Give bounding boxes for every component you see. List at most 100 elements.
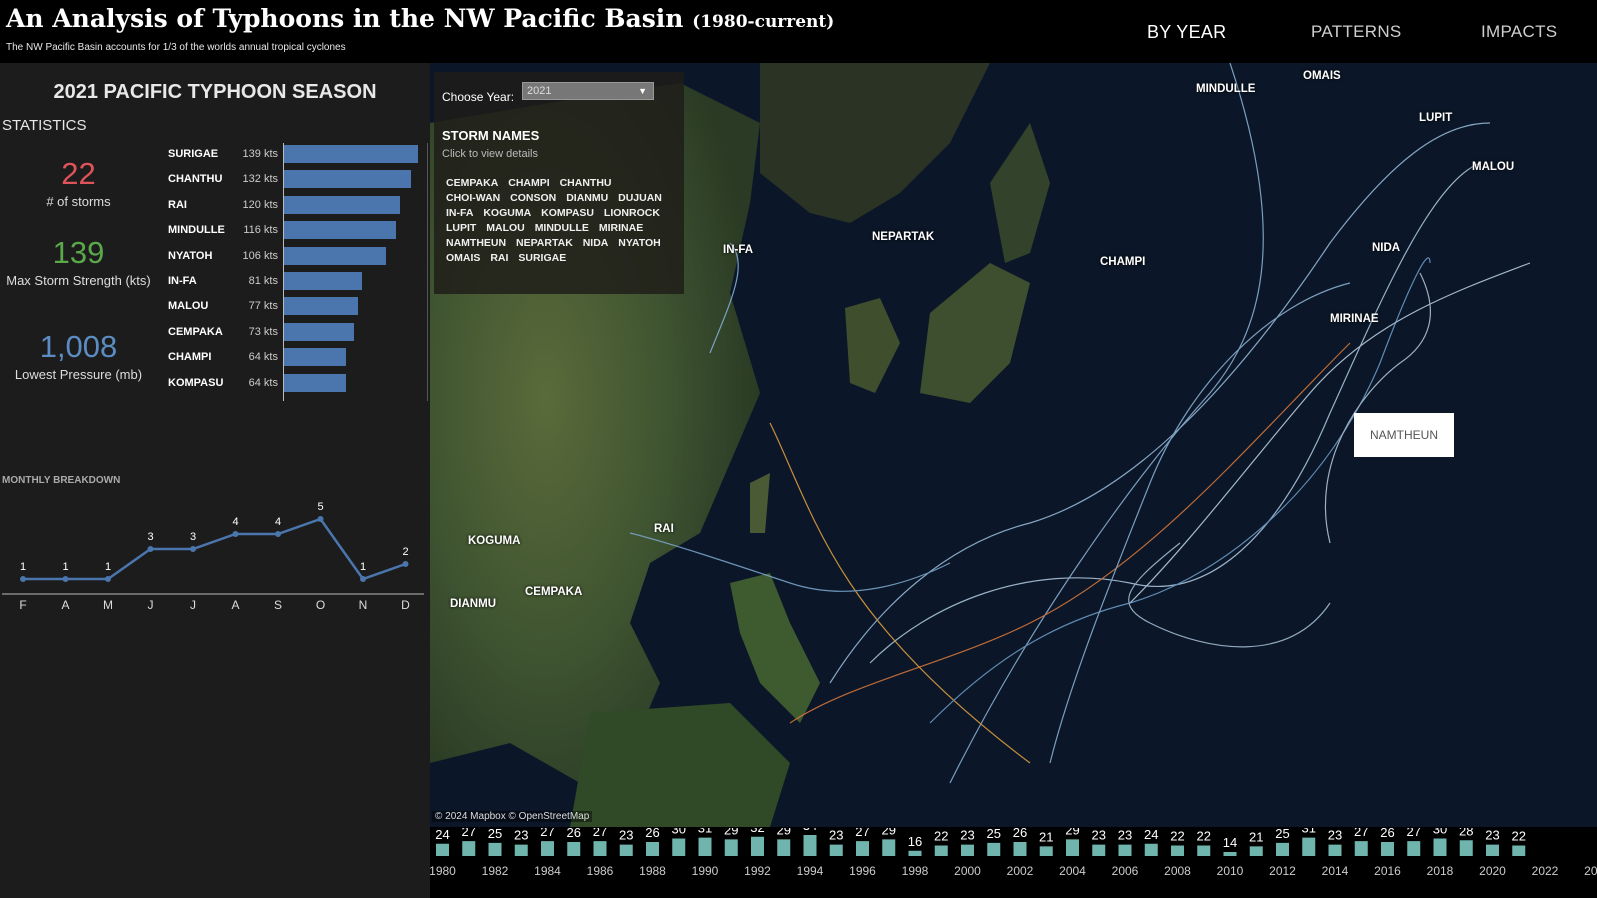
year-bar-1983[interactable] [514, 844, 528, 856]
storm-name-cempaka[interactable]: CEMPAKA [446, 177, 498, 189]
monthly-point[interactable] [275, 531, 281, 537]
nav-by-year[interactable]: BY YEAR [1147, 22, 1226, 43]
year-bar-1985[interactable] [567, 842, 581, 856]
year-bar-2005[interactable] [1092, 844, 1106, 856]
year-bar-2019[interactable] [1459, 840, 1473, 856]
bar-in-fa[interactable] [284, 272, 362, 290]
storm-name-kompasu[interactable]: KOMPASU [541, 207, 594, 219]
year-bar-1998[interactable] [908, 850, 922, 856]
year-bar-2016[interactable] [1381, 842, 1394, 856]
monthly-point[interactable] [190, 546, 196, 552]
year-bar-1991[interactable] [724, 839, 738, 856]
storm-name-rai[interactable]: RAI [490, 252, 508, 264]
storm-name-dujuan[interactable]: DUJUAN [618, 192, 662, 204]
storm-name-namtheun[interactable]: NAMTHEUN [446, 237, 506, 249]
storm-name-mindulle[interactable]: MINDULLE [535, 222, 589, 234]
map-label-mirinae[interactable]: MIRINAE [1330, 313, 1379, 325]
year-bar-2002[interactable] [1013, 842, 1027, 856]
storm-name-mirinae[interactable]: MIRINAE [599, 222, 643, 234]
monthly-point[interactable] [402, 561, 409, 567]
year-bar-2014[interactable] [1328, 844, 1342, 856]
year-bar-2008[interactable] [1171, 845, 1184, 857]
map-label-in-fa[interactable]: IN-FA [723, 244, 753, 256]
year-bar-2010[interactable] [1223, 852, 1237, 856]
storm-name-chanthu[interactable]: CHANTHU [560, 177, 612, 189]
year-bar-1992[interactable] [751, 836, 764, 856]
year-bar-2018[interactable] [1433, 838, 1447, 857]
bar-champi[interactable] [284, 348, 346, 367]
year-bar-1982[interactable] [488, 842, 502, 856]
year-bar-1996[interactable] [856, 841, 869, 856]
monthly-point[interactable] [20, 576, 26, 582]
bar-cempaka[interactable] [284, 322, 354, 341]
map-attribution[interactable]: © 2024 Mapbox © OpenStreetMap [432, 811, 593, 822]
year-bar-1984[interactable] [541, 841, 554, 856]
map-label-mindulle[interactable]: MINDULLE [1196, 83, 1255, 95]
storm-name-malou[interactable]: MALOU [486, 222, 525, 234]
monthly-point[interactable] [232, 531, 239, 537]
storm-name-omais[interactable]: OMAIS [446, 252, 480, 264]
storm-name-koguma[interactable]: KOGUMA [483, 207, 531, 219]
map-label-nida[interactable]: NIDA [1372, 242, 1400, 254]
bar-mindulle[interactable] [284, 221, 396, 240]
year-bar-2009[interactable] [1197, 845, 1211, 857]
nav-patterns[interactable]: PATTERNS [1311, 22, 1402, 42]
year-bar-1993[interactable] [777, 839, 791, 856]
monthly-point[interactable] [62, 576, 69, 582]
storm-name-nida[interactable]: NIDA [583, 237, 609, 249]
year-bar-1988[interactable] [646, 842, 659, 856]
year-bar-1994[interactable] [803, 835, 817, 856]
year-bar-1986[interactable] [593, 841, 607, 856]
year-bar-2015[interactable] [1354, 841, 1368, 856]
year-bar-2006[interactable] [1118, 844, 1132, 856]
year-bar-2013[interactable] [1302, 837, 1316, 856]
map-label-koguma[interactable]: KOGUMA [468, 535, 520, 547]
storm-name-dianmu[interactable]: DIANMU [566, 192, 608, 204]
storm-name-lionrock[interactable]: LIONROCK [604, 207, 660, 219]
map-label-nepartak[interactable]: NEPARTAK [872, 231, 934, 243]
year-bar-2007[interactable] [1144, 843, 1158, 856]
year-bar-1997[interactable] [882, 839, 896, 856]
year-bar-1989[interactable] [672, 838, 686, 857]
year-bar-1990[interactable] [698, 837, 712, 856]
storm-name-champi[interactable]: CHAMPI [508, 177, 549, 189]
year-bar-1995[interactable] [829, 844, 843, 856]
bar-rai[interactable] [284, 195, 400, 214]
bar-chanthu[interactable] [284, 170, 411, 189]
year-bar-2001[interactable] [987, 842, 1001, 856]
storm-name-conson[interactable]: CONSON [510, 192, 556, 204]
year-bar-2004[interactable] [1066, 839, 1079, 856]
map-label-lupit[interactable]: LUPIT [1419, 112, 1452, 124]
bar-surigae[interactable] [284, 145, 418, 163]
nav-impacts[interactable]: IMPACTS [1481, 22, 1557, 42]
year-bar-2021[interactable] [1512, 845, 1526, 857]
storm-name-in-fa[interactable]: IN-FA [446, 207, 473, 219]
year-dropdown[interactable]: 2021 ▼ [522, 82, 654, 100]
year-bar-2012[interactable] [1276, 842, 1289, 856]
year-bar-2003[interactable] [1039, 846, 1053, 856]
monthly-point[interactable] [317, 516, 324, 522]
storm-name-lupit[interactable]: LUPIT [446, 222, 476, 234]
year-bar-1987[interactable] [619, 844, 633, 856]
map-label-omais[interactable]: OMAIS [1303, 70, 1341, 82]
map-label-cempaka[interactable]: CEMPAKA [525, 586, 582, 598]
storm-name-surigae[interactable]: SURIGAE [518, 252, 566, 264]
map-label-dianmu[interactable]: DIANMU [450, 598, 496, 610]
map-label-rai[interactable]: RAI [654, 523, 674, 535]
year-bar-1980[interactable] [436, 843, 449, 856]
storm-name-choi-wan[interactable]: CHOI-WAN [446, 192, 500, 204]
year-bar-2020[interactable] [1486, 844, 1499, 856]
year-bar-1999[interactable] [934, 845, 948, 857]
map-label-champi[interactable]: CHAMPI [1100, 256, 1145, 268]
year-bar-2017[interactable] [1407, 841, 1421, 856]
monthly-point[interactable] [105, 576, 111, 582]
bar-nyatoh[interactable] [284, 246, 386, 265]
map-label-malou[interactable]: MALOU [1472, 161, 1514, 173]
year-bar-2000[interactable] [961, 844, 974, 856]
year-bar-1981[interactable] [462, 841, 476, 856]
bar-malou[interactable] [284, 297, 358, 316]
storm-name-nepartak[interactable]: NEPARTAK [516, 237, 573, 249]
monthly-point[interactable] [147, 546, 154, 552]
year-bar-2011[interactable] [1249, 846, 1263, 856]
bar-kompasu[interactable] [284, 373, 346, 392]
